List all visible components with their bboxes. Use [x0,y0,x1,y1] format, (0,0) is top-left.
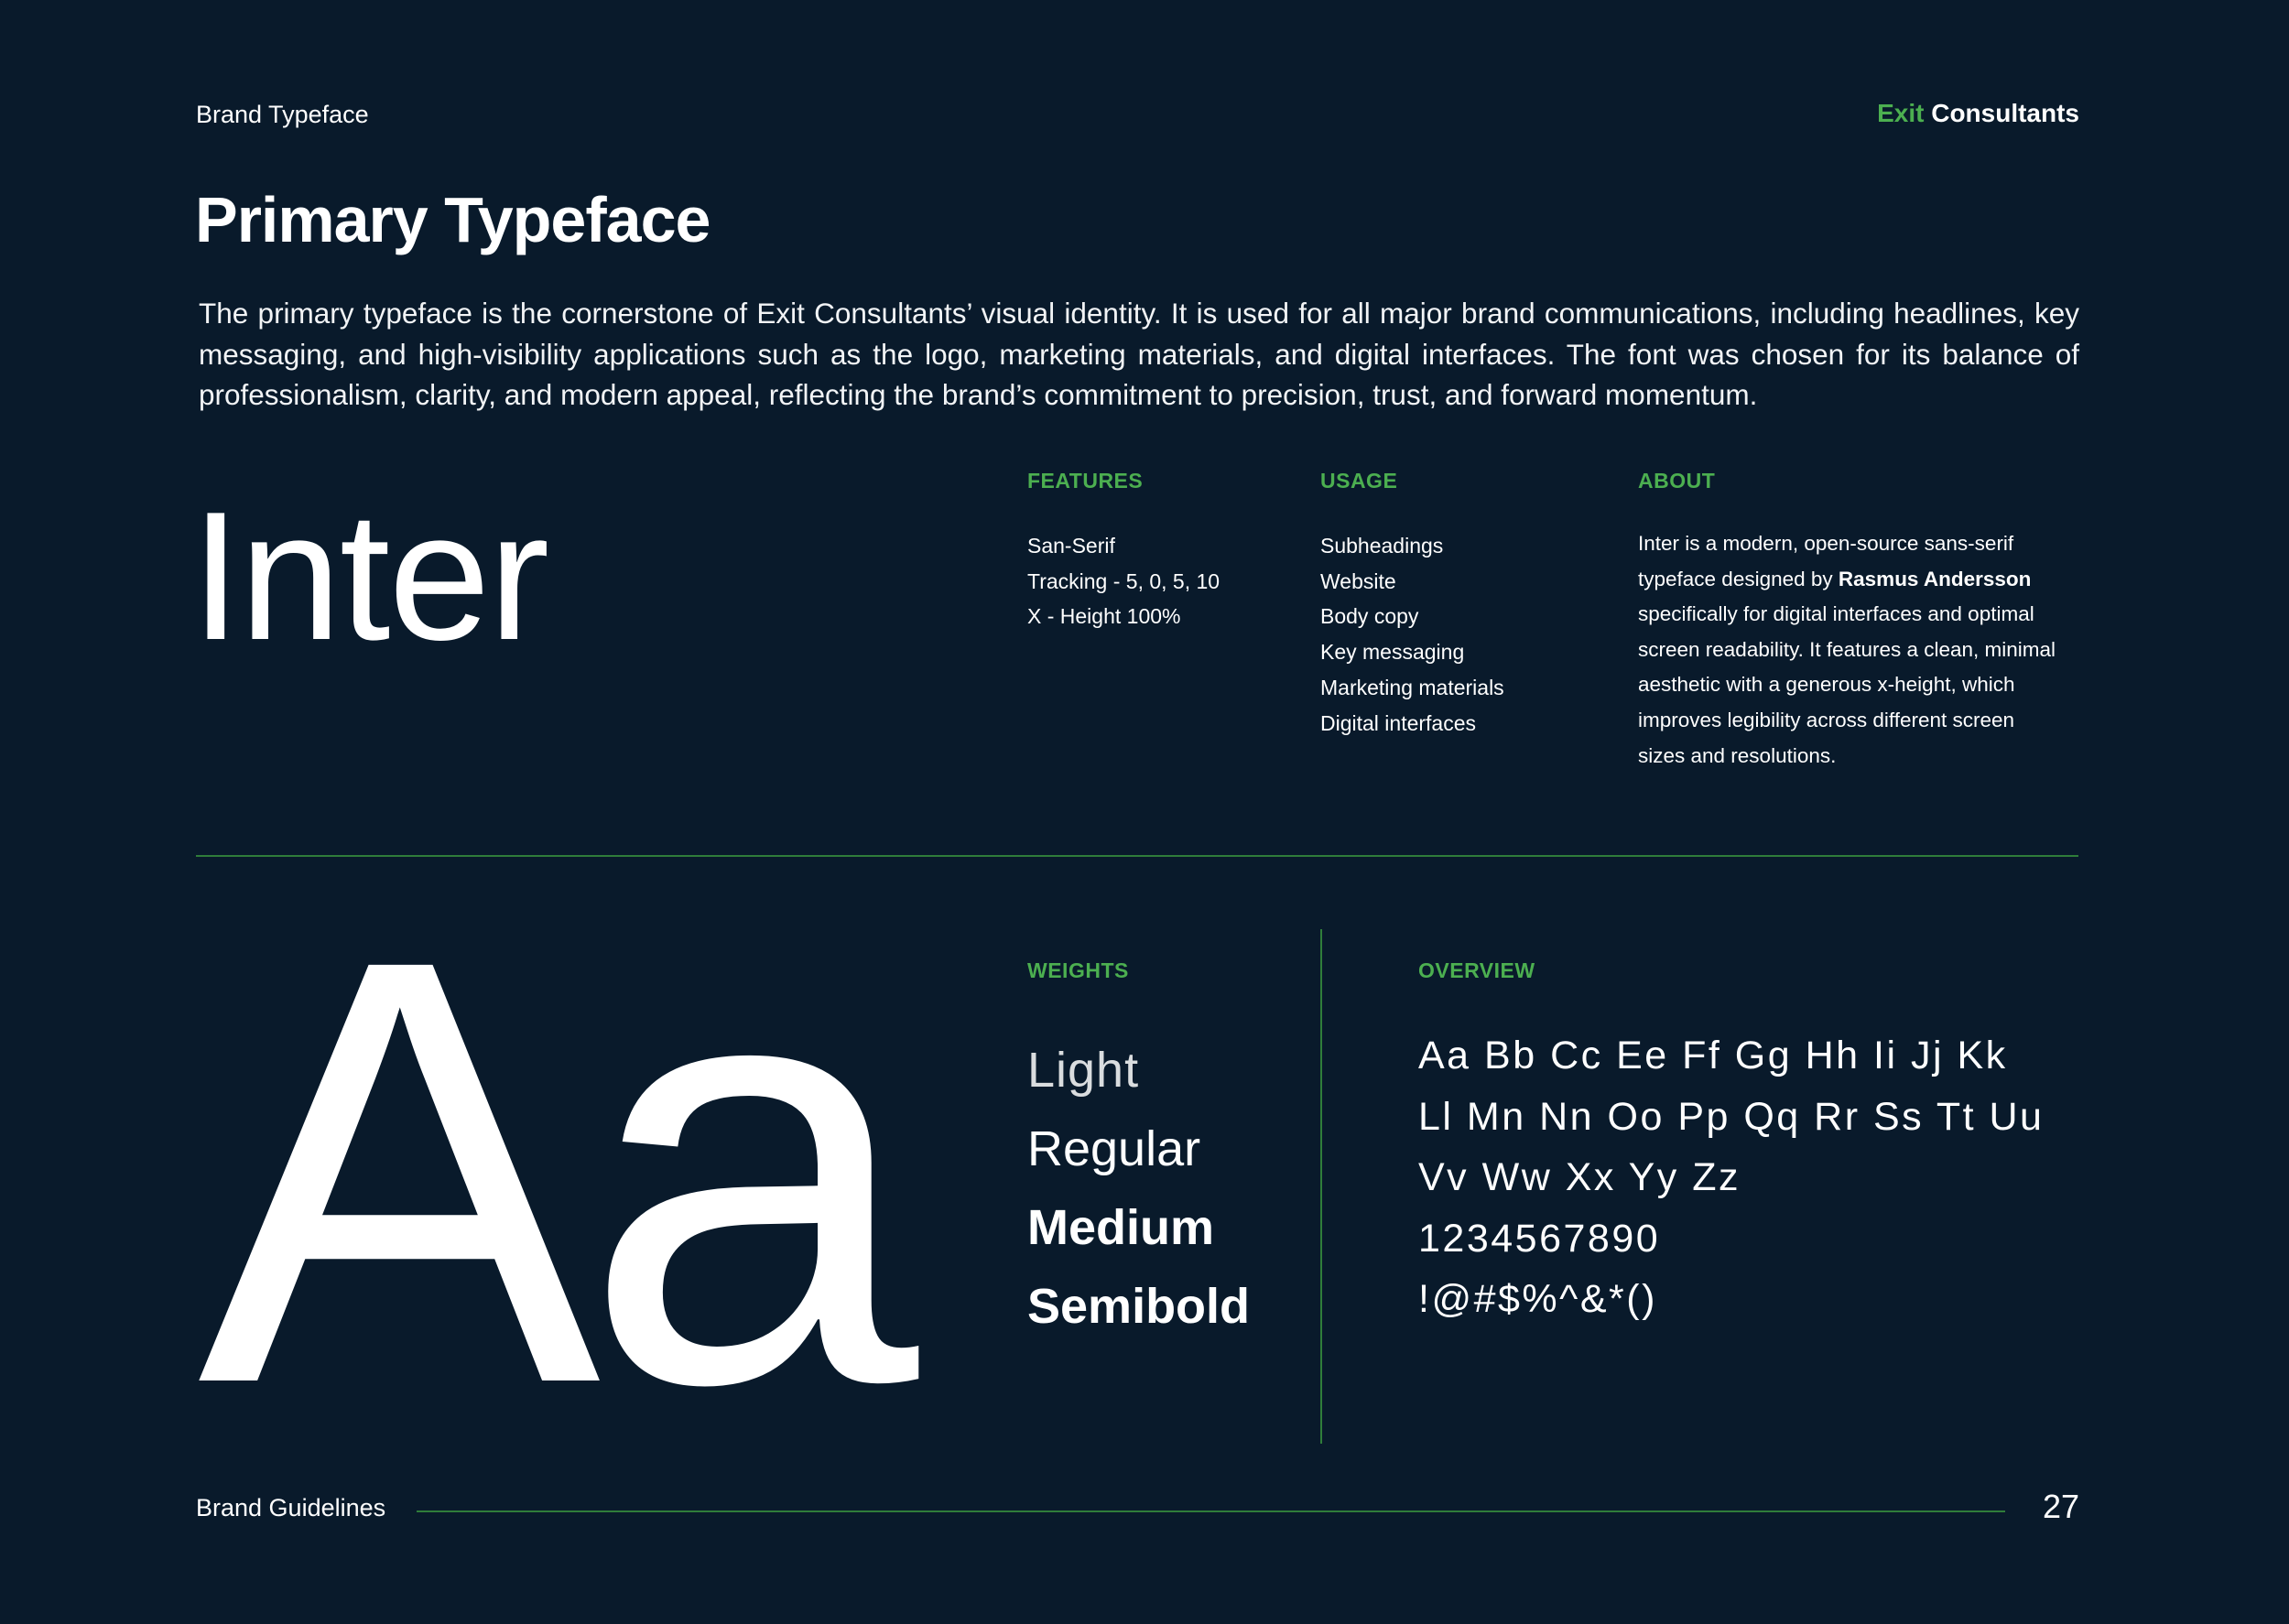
usage-column: USAGE Subheadings Website Body copy Key … [1320,469,1504,741]
features-heading: FEATURES [1027,469,1144,493]
weights-list: Light Regular Medium Semibold [1027,1031,1250,1346]
overview-heading: OVERVIEW [1418,958,1535,982]
features-item: Tracking - 5, 0, 5, 10 [1027,568,1220,593]
about-text-rest: specifically for digital interfaces and … [1638,602,2056,767]
designer-name: Rasmus Andersson [1838,567,2032,590]
usage-item: Subheadings [1320,534,1444,558]
section-label: Brand Typeface [196,101,369,128]
usage-item: Marketing materials [1320,675,1504,699]
about-text: Inter is a modern, open-source sans-seri… [1638,526,2059,774]
overview-list: Aa Bb Cc Ee Ff Gg Hh Ii Jj Kk Ll Mn Nn O… [1418,1025,2044,1330]
features-item: X - Height 100% [1027,604,1181,629]
brand-logo: Exit Consultants [1877,99,2079,128]
column-divider [1320,929,1322,1444]
features-list: San-Serif Tracking - 5, 0, 5, 10 X - Hei… [1027,528,1220,634]
usage-item: Key messaging [1320,640,1465,665]
features-column: FEATURES San-Serif Tracking - 5, 0, 5, 1… [1027,469,1220,634]
overview-line: Vv Ww Xx Yy Zz [1418,1155,1741,1199]
overview-line: Ll Mn Nn Oo Pp Qq Rr Ss Tt Uu [1418,1094,2045,1139]
usage-item: Body copy [1320,604,1419,629]
overview-line: Aa Bb Cc Ee Ff Gg Hh Ii Jj Kk [1418,1034,2008,1077]
usage-item: Website [1320,568,1396,593]
weights-column: WEIGHTS Light Regular Medium Semibold [1027,958,1250,1346]
about-heading: ABOUT [1638,469,1716,493]
page-title: Primary Typeface [195,184,711,255]
overview-line: 1234567890 [1418,1216,1661,1261]
footer-label: Brand Guidelines [196,1494,386,1521]
intro-paragraph: The primary typeface is the cornerstone … [199,297,2079,411]
usage-list: Subheadings Website Body copy Key messag… [1320,528,1504,741]
brand-logo-name: Consultants [1931,99,2079,127]
brand-logo-accent: Exit [1877,99,1925,127]
usage-heading: USAGE [1320,469,1398,493]
weight-light: Light [1027,1043,1140,1098]
overview-line: !@#$%^&*() [1418,1277,1657,1321]
weight-semibold: Semibold [1027,1279,1251,1334]
weight-medium: Medium [1027,1200,1215,1255]
features-item: San-Serif [1027,534,1115,558]
weight-regular: Regular [1027,1121,1201,1176]
overview-column: OVERVIEW Aa Bb Cc Ee Ff Gg Hh Ii Jj Kk L… [1418,958,2044,1330]
page-number: 27 [2042,1488,2079,1525]
footer-rule [417,1510,2005,1512]
weights-heading: WEIGHTS [1027,958,1129,982]
typeface-name-specimen: Inter [190,474,549,678]
about-column: ABOUT Inter is a modern, open-source san… [1638,469,2059,774]
glyph-specimen: Aa [198,834,918,1509]
usage-item: Digital interfaces [1320,710,1477,735]
